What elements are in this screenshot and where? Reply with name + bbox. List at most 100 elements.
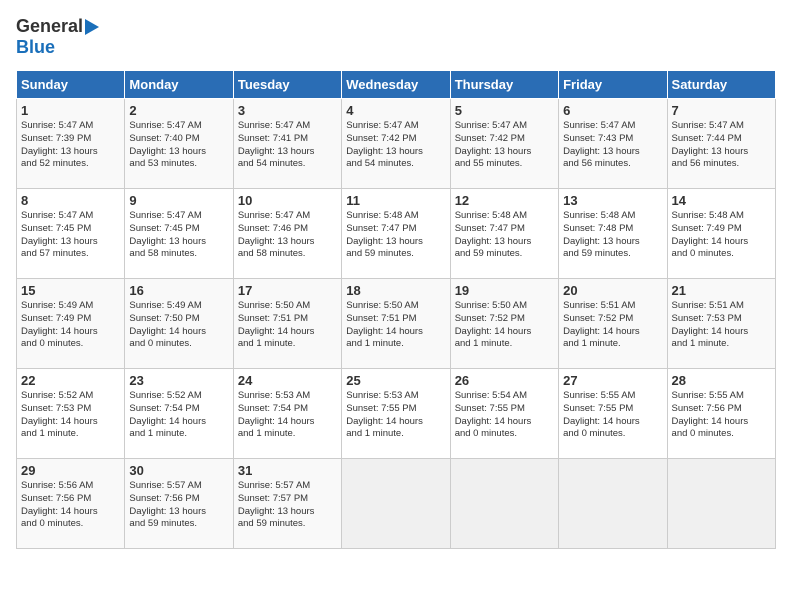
calendar-cell: 10 Sunrise: 5:47 AM Sunset: 7:46 PM Dayli… (233, 189, 341, 279)
day-number: 31 (238, 463, 337, 478)
calendar-cell (450, 459, 558, 549)
calendar-header-row: SundayMondayTuesdayWednesdayThursdayFrid… (17, 71, 776, 99)
calendar-cell: 7Sunrise: 5:47 AM Sunset: 7:44 PM Daylig… (667, 99, 775, 189)
calendar-week-5: 29 Sunrise: 5:56 AM Sunset: 7:56 PM Dayli… (17, 459, 776, 549)
calendar-week-2: 8 Sunrise: 5:47 AM Sunset: 7:45 PM Daylig… (17, 189, 776, 279)
day-number: 13 (563, 193, 662, 208)
day-number: 27 (563, 373, 662, 388)
day-info: Sunrise: 5:56 AM Sunset: 7:56 PM Dayligh… (21, 480, 120, 531)
day-number: 4 (346, 103, 445, 118)
calendar-cell: 25 Sunrise: 5:53 AM Sunset: 7:55 PM Dayli… (342, 369, 450, 459)
day-number: 5 (455, 103, 554, 118)
day-info: Sunrise: 5:50 AM Sunset: 7:52 PM Dayligh… (455, 300, 554, 351)
calendar-week-1: 1 Sunrise: 5:47 AM Sunset: 7:39 PM Daylig… (17, 99, 776, 189)
day-number: 9 (129, 193, 228, 208)
day-info: Sunrise: 5:47 AM Sunset: 7:39 PM Dayligh… (21, 120, 120, 171)
day-info: Sunrise: 5:49 AM Sunset: 7:50 PM Dayligh… (129, 300, 228, 351)
day-number: 6 (563, 103, 662, 118)
day-number: 12 (455, 193, 554, 208)
day-number: 1 (21, 103, 120, 118)
calendar-cell: 2 Sunrise: 5:47 AM Sunset: 7:40 PM Daylig… (125, 99, 233, 189)
day-header-monday: Monday (125, 71, 233, 99)
calendar-cell: 16 Sunrise: 5:49 AM Sunset: 7:50 PM Dayli… (125, 279, 233, 369)
day-info: Sunrise: 5:53 AM Sunset: 7:55 PM Dayligh… (346, 390, 445, 441)
calendar-week-3: 15Sunrise: 5:49 AM Sunset: 7:49 PM Dayli… (17, 279, 776, 369)
day-number: 17 (238, 283, 337, 298)
calendar-cell: 14 Sunrise: 5:48 AM Sunset: 7:49 PM Dayli… (667, 189, 775, 279)
day-number: 23 (129, 373, 228, 388)
day-number: 20 (563, 283, 662, 298)
calendar-body: 1 Sunrise: 5:47 AM Sunset: 7:39 PM Daylig… (17, 99, 776, 549)
day-number: 22 (21, 373, 120, 388)
day-header-sunday: Sunday (17, 71, 125, 99)
day-info: Sunrise: 5:55 AM Sunset: 7:56 PM Dayligh… (672, 390, 771, 441)
day-info: Sunrise: 5:51 AM Sunset: 7:53 PM Dayligh… (672, 300, 771, 351)
calendar-cell: 31 Sunrise: 5:57 AM Sunset: 7:57 PM Dayli… (233, 459, 341, 549)
day-number: 14 (672, 193, 771, 208)
day-info: Sunrise: 5:57 AM Sunset: 7:57 PM Dayligh… (238, 480, 337, 531)
calendar-cell: 19Sunrise: 5:50 AM Sunset: 7:52 PM Dayli… (450, 279, 558, 369)
day-number: 30 (129, 463, 228, 478)
day-info: Sunrise: 5:49 AM Sunset: 7:49 PM Dayligh… (21, 300, 120, 351)
day-info: Sunrise: 5:47 AM Sunset: 7:42 PM Dayligh… (455, 120, 554, 171)
day-number: 21 (672, 283, 771, 298)
logo-blue: Blue (16, 37, 55, 58)
day-number: 11 (346, 193, 445, 208)
day-info: Sunrise: 5:47 AM Sunset: 7:45 PM Dayligh… (129, 210, 228, 261)
day-info: Sunrise: 5:47 AM Sunset: 7:45 PM Dayligh… (21, 210, 120, 261)
calendar-cell: 18 Sunrise: 5:50 AM Sunset: 7:51 PM Dayli… (342, 279, 450, 369)
logo-arrow-icon (85, 19, 99, 35)
day-info: Sunrise: 5:52 AM Sunset: 7:54 PM Dayligh… (129, 390, 228, 441)
day-number: 2 (129, 103, 228, 118)
calendar-cell: 3Sunrise: 5:47 AM Sunset: 7:41 PM Daylig… (233, 99, 341, 189)
day-number: 25 (346, 373, 445, 388)
day-number: 8 (21, 193, 120, 208)
calendar-cell: 22Sunrise: 5:52 AM Sunset: 7:53 PM Dayli… (17, 369, 125, 459)
day-info: Sunrise: 5:48 AM Sunset: 7:49 PM Dayligh… (672, 210, 771, 261)
day-info: Sunrise: 5:50 AM Sunset: 7:51 PM Dayligh… (346, 300, 445, 351)
calendar-cell: 13Sunrise: 5:48 AM Sunset: 7:48 PM Dayli… (559, 189, 667, 279)
day-info: Sunrise: 5:53 AM Sunset: 7:54 PM Dayligh… (238, 390, 337, 441)
calendar-cell: 29 Sunrise: 5:56 AM Sunset: 7:56 PM Dayli… (17, 459, 125, 549)
calendar-cell: 12 Sunrise: 5:48 AM Sunset: 7:47 PM Dayli… (450, 189, 558, 279)
calendar-cell (342, 459, 450, 549)
day-info: Sunrise: 5:48 AM Sunset: 7:47 PM Dayligh… (455, 210, 554, 261)
day-number: 29 (21, 463, 120, 478)
calendar-cell: 17 Sunrise: 5:50 AM Sunset: 7:51 PM Dayli… (233, 279, 341, 369)
day-info: Sunrise: 5:51 AM Sunset: 7:52 PM Dayligh… (563, 300, 662, 351)
day-number: 28 (672, 373, 771, 388)
day-number: 3 (238, 103, 337, 118)
day-info: Sunrise: 5:55 AM Sunset: 7:55 PM Dayligh… (563, 390, 662, 441)
calendar-week-4: 22Sunrise: 5:52 AM Sunset: 7:53 PM Dayli… (17, 369, 776, 459)
day-number: 24 (238, 373, 337, 388)
calendar-cell: 8 Sunrise: 5:47 AM Sunset: 7:45 PM Daylig… (17, 189, 125, 279)
calendar-cell (559, 459, 667, 549)
calendar-table: SundayMondayTuesdayWednesdayThursdayFrid… (16, 70, 776, 549)
day-info: Sunrise: 5:57 AM Sunset: 7:56 PM Dayligh… (129, 480, 228, 531)
calendar-cell: 5 Sunrise: 5:47 AM Sunset: 7:42 PM Daylig… (450, 99, 558, 189)
day-number: 18 (346, 283, 445, 298)
calendar-cell: 4Sunrise: 5:47 AM Sunset: 7:42 PM Daylig… (342, 99, 450, 189)
calendar-cell: 9 Sunrise: 5:47 AM Sunset: 7:45 PM Daylig… (125, 189, 233, 279)
logo: General Blue (16, 16, 99, 58)
day-info: Sunrise: 5:47 AM Sunset: 7:46 PM Dayligh… (238, 210, 337, 261)
calendar-cell: 20 Sunrise: 5:51 AM Sunset: 7:52 PM Dayli… (559, 279, 667, 369)
day-header-saturday: Saturday (667, 71, 775, 99)
calendar-cell: 15Sunrise: 5:49 AM Sunset: 7:49 PM Dayli… (17, 279, 125, 369)
day-info: Sunrise: 5:50 AM Sunset: 7:51 PM Dayligh… (238, 300, 337, 351)
day-number: 26 (455, 373, 554, 388)
day-info: Sunrise: 5:47 AM Sunset: 7:40 PM Dayligh… (129, 120, 228, 171)
calendar-cell: 24 Sunrise: 5:53 AM Sunset: 7:54 PM Dayli… (233, 369, 341, 459)
day-number: 7 (672, 103, 771, 118)
day-header-tuesday: Tuesday (233, 71, 341, 99)
calendar-cell: 11 Sunrise: 5:48 AM Sunset: 7:47 PM Dayli… (342, 189, 450, 279)
calendar-cell: 1 Sunrise: 5:47 AM Sunset: 7:39 PM Daylig… (17, 99, 125, 189)
day-header-thursday: Thursday (450, 71, 558, 99)
day-info: Sunrise: 5:47 AM Sunset: 7:43 PM Dayligh… (563, 120, 662, 171)
day-header-wednesday: Wednesday (342, 71, 450, 99)
day-number: 16 (129, 283, 228, 298)
day-info: Sunrise: 5:54 AM Sunset: 7:55 PM Dayligh… (455, 390, 554, 441)
day-number: 10 (238, 193, 337, 208)
day-info: Sunrise: 5:48 AM Sunset: 7:47 PM Dayligh… (346, 210, 445, 261)
day-header-friday: Friday (559, 71, 667, 99)
